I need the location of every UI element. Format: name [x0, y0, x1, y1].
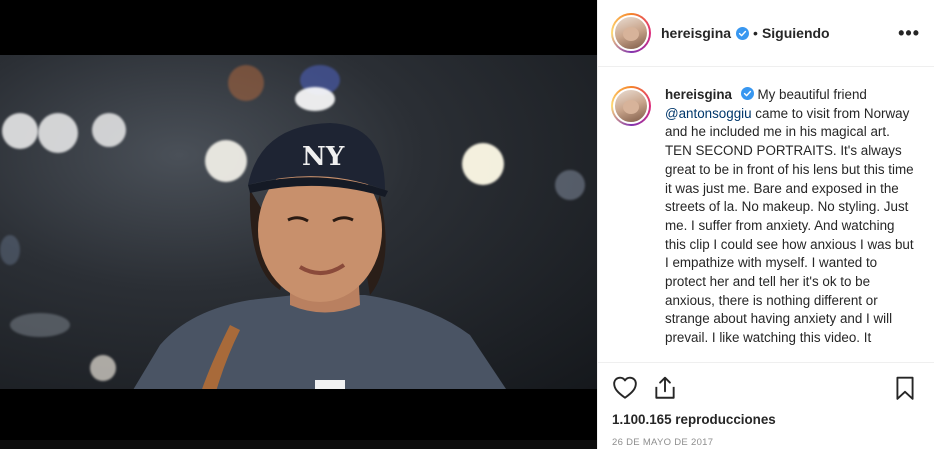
- video-frame[interactable]: NY: [0, 55, 597, 389]
- bokeh-light: [90, 355, 116, 381]
- caption-text-part1: My beautiful friend: [757, 87, 867, 102]
- following-button[interactable]: Siguiendo: [762, 25, 830, 41]
- caption-username[interactable]: hereisgina: [665, 87, 732, 102]
- mention-link[interactable]: @antonsoggiu: [665, 106, 752, 121]
- bokeh-light: [555, 170, 585, 200]
- post-sidebar: hereisgina • Siguiendo ••• hereisgina My…: [597, 0, 934, 449]
- author-avatar[interactable]: [611, 13, 651, 53]
- separator-dot: •: [753, 25, 758, 41]
- bokeh-light: [0, 235, 20, 265]
- caption-avatar[interactable]: [611, 86, 651, 126]
- bookmark-icon[interactable]: [892, 375, 918, 401]
- views-count[interactable]: 1.100.165 reproducciones: [612, 412, 918, 427]
- bokeh-light: [92, 113, 126, 147]
- bokeh-light: [38, 113, 78, 153]
- caption-container: hereisgina My beautiful friend @antonsog…: [598, 68, 934, 362]
- caption-text-part2: came to visit from Norway and he include…: [665, 105, 914, 346]
- more-options-button[interactable]: •••: [898, 23, 920, 44]
- action-icons: [612, 373, 918, 403]
- bokeh-light: [2, 113, 38, 149]
- person-illustration: NY: [133, 123, 506, 389]
- actions-section: 1.100.165 reproducciones 26 DE MAYO DE 2…: [598, 362, 934, 449]
- author-username[interactable]: hereisgina: [661, 25, 731, 41]
- verified-badge-icon: [736, 26, 750, 40]
- post-date[interactable]: 26 DE MAYO DE 2017: [612, 437, 918, 448]
- video-player[interactable]: NY: [0, 0, 597, 449]
- post-header: hereisgina • Siguiendo •••: [598, 0, 934, 67]
- caption-text: hereisgina My beautiful friend @antonsog…: [665, 86, 915, 362]
- video-bottom-strip: [0, 440, 597, 449]
- bokeh-light: [10, 313, 70, 337]
- share-icon[interactable]: [652, 375, 678, 401]
- heart-icon[interactable]: [612, 375, 638, 401]
- svg-text:NY: NY: [302, 142, 345, 172]
- verified-badge-icon: [740, 87, 754, 100]
